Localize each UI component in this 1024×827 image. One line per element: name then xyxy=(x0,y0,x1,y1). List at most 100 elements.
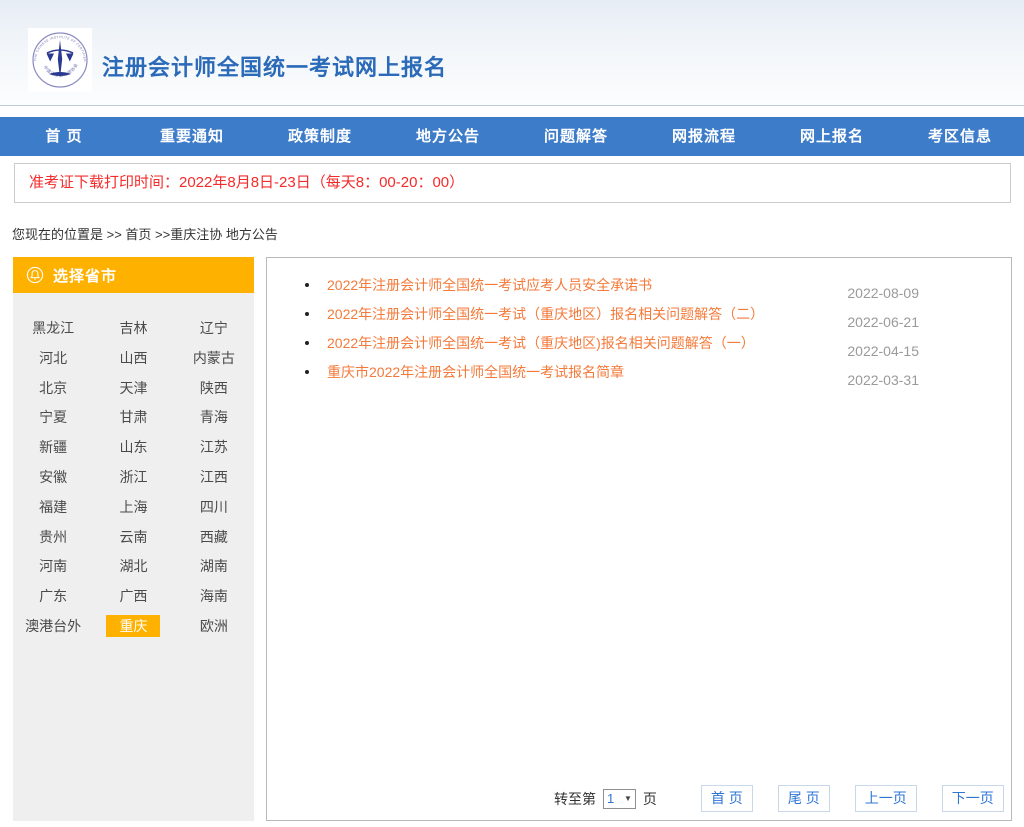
province-item[interactable]: 湖南 xyxy=(174,552,254,582)
province-item[interactable]: 上海 xyxy=(93,493,173,523)
province-link[interactable]: 黑龙江 xyxy=(32,320,74,336)
province-link[interactable]: 澳港台外 xyxy=(25,618,81,634)
province-item[interactable]: 广西 xyxy=(93,582,173,612)
bullet-dot-icon xyxy=(305,283,309,287)
province-item[interactable]: 甘肃 xyxy=(93,403,173,433)
province-link[interactable]: 陕西 xyxy=(200,380,228,396)
province-item[interactable]: 新疆 xyxy=(13,433,93,463)
province-link[interactable]: 山东 xyxy=(119,439,147,455)
nav-item-6[interactable]: 网报流程 xyxy=(640,117,768,156)
province-item[interactable]: 贵州 xyxy=(13,523,93,553)
province-link[interactable]: 贵州 xyxy=(39,529,67,545)
province-link[interactable]: 北京 xyxy=(39,380,67,396)
breadcrumb: 您现在的位置是 >> 首页 >>重庆注协 地方公告 xyxy=(12,224,1024,241)
bullet-dot-icon xyxy=(305,341,309,345)
last-page-button[interactable]: 尾 页 xyxy=(778,785,830,812)
nav-item-2[interactable]: 重要通知 xyxy=(128,117,256,156)
province-item[interactable]: 江西 xyxy=(174,463,254,493)
province-link[interactable]: 吉林 xyxy=(119,320,147,336)
province-link[interactable]: 上海 xyxy=(119,499,147,515)
announcement-title-cell: 2022年注册会计师全国统一考试应考人员安全承诺书 xyxy=(267,275,652,297)
province-link[interactable]: 西藏 xyxy=(200,529,228,545)
province-link[interactable]: 广东 xyxy=(39,588,67,604)
province-item[interactable]: 广东 xyxy=(13,582,93,612)
province-link[interactable]: 山西 xyxy=(119,350,147,366)
site-title: 注册会计师全国统一考试网上报名 xyxy=(102,50,447,82)
announcement-link[interactable]: 2022年注册会计师全国统一考试应考人员安全承诺书 xyxy=(327,275,652,295)
nav-item-5[interactable]: 问题解答 xyxy=(512,117,640,156)
prev-page-button[interactable]: 上一页 xyxy=(855,785,917,812)
province-item[interactable]: 浙江 xyxy=(93,463,173,493)
province-item[interactable]: 澳港台外 xyxy=(13,612,93,642)
notice-text: 准考证下载打印时间：2022年8月8日-23日（每天8：00-20：00） xyxy=(29,174,464,191)
announcement-link[interactable]: 2022年注册会计师全国统一考试（重庆地区)报名相关问题解答（一） xyxy=(327,333,755,353)
goto-label-suffix: 页 xyxy=(643,789,657,809)
province-link[interactable]: 浙江 xyxy=(119,469,147,485)
province-link[interactable]: 河南 xyxy=(39,558,67,574)
next-page-button[interactable]: 下一页 xyxy=(942,785,1004,812)
province-link[interactable]: 湖北 xyxy=(119,558,147,574)
province-item[interactable]: 四川 xyxy=(174,493,254,523)
province-item[interactable]: 福建 xyxy=(13,493,93,523)
province-item[interactable]: 内蒙古 xyxy=(174,344,254,374)
province-link[interactable]: 宁夏 xyxy=(39,409,67,425)
pagination: 转至第 1 ▼ 页 首 页尾 页上一页下一页 xyxy=(267,785,1011,812)
page-select[interactable]: 1 ▼ xyxy=(603,789,636,809)
province-item[interactable]: 陕西 xyxy=(174,374,254,404)
province-link[interactable]: 天津 xyxy=(119,380,147,396)
province-link[interactable]: 欧洲 xyxy=(200,618,228,634)
province-link[interactable]: 青海 xyxy=(200,409,228,425)
page-number-select[interactable]: 1 xyxy=(607,791,622,806)
province-item[interactable]: 青海 xyxy=(174,403,254,433)
province-link[interactable]: 云南 xyxy=(119,529,147,545)
goto-label-prefix: 转至第 xyxy=(554,789,596,809)
province-link[interactable]: 福建 xyxy=(39,499,67,515)
province-link[interactable]: 广西 xyxy=(119,588,147,604)
province-item[interactable]: 江苏 xyxy=(174,433,254,463)
province-item[interactable]: 湖北 xyxy=(93,552,173,582)
province-link[interactable]: 辽宁 xyxy=(200,320,228,336)
province-item[interactable]: 吉林 xyxy=(93,314,173,344)
province-item[interactable]: 黑龙江 xyxy=(13,314,93,344)
nav-item-1[interactable]: 首 页 xyxy=(0,117,128,156)
announcement-date: 2022-06-21 xyxy=(847,314,919,336)
province-item[interactable]: 欧洲 xyxy=(174,612,254,642)
announcement-list: 2022年注册会计师全国统一考试应考人员安全承诺书2022-08-092022年… xyxy=(267,275,1011,384)
pagination-buttons: 首 页尾 页上一页下一页 xyxy=(701,785,1004,812)
province-item[interactable]: 天津 xyxy=(93,374,173,404)
province-link[interactable]: 重庆 xyxy=(106,615,160,637)
province-link[interactable]: 湖南 xyxy=(200,558,228,574)
nav-item-3[interactable]: 政策制度 xyxy=(256,117,384,156)
nav-item-4[interactable]: 地方公告 xyxy=(384,117,512,156)
province-item[interactable]: 山西 xyxy=(93,344,173,374)
province-item[interactable]: 河北 xyxy=(13,344,93,374)
province-item[interactable]: 河南 xyxy=(13,552,93,582)
announcement-link[interactable]: 2022年注册会计师全国统一考试（重庆地区）报名相关问题解答（二） xyxy=(327,304,764,324)
province-link[interactable]: 安徽 xyxy=(39,469,67,485)
province-item[interactable]: 云南 xyxy=(93,523,173,553)
province-link[interactable]: 海南 xyxy=(200,588,228,604)
announcement-date: 2022-03-31 xyxy=(847,372,919,394)
first-page-button[interactable]: 首 页 xyxy=(701,785,753,812)
province-item[interactable]: 宁夏 xyxy=(13,403,93,433)
sidebar-header: 选择省市 xyxy=(13,257,254,293)
province-item[interactable]: 西藏 xyxy=(174,523,254,553)
province-item[interactable]: 辽宁 xyxy=(174,314,254,344)
nav-item-8[interactable]: 考区信息 xyxy=(896,117,1024,156)
nav-item-7[interactable]: 网上报名 xyxy=(768,117,896,156)
province-link[interactable]: 四川 xyxy=(200,499,228,515)
announcement-link[interactable]: 重庆市2022年注册会计师全国统一考试报名简章 xyxy=(327,362,624,382)
page: { "header": { "title": "注册会计师全国统一考试网上报名"… xyxy=(0,0,1024,827)
bullet-dot-icon xyxy=(305,370,309,374)
province-item[interactable]: 海南 xyxy=(174,582,254,612)
province-item[interactable]: 重庆 xyxy=(93,612,173,642)
province-item[interactable]: 北京 xyxy=(13,374,93,404)
province-link[interactable]: 江西 xyxy=(200,469,228,485)
province-item[interactable]: 山东 xyxy=(93,433,173,463)
province-link[interactable]: 江苏 xyxy=(200,439,228,455)
province-link[interactable]: 甘肃 xyxy=(119,409,147,425)
province-link[interactable]: 河北 xyxy=(39,350,67,366)
province-link[interactable]: 新疆 xyxy=(39,439,67,455)
province-item[interactable]: 安徽 xyxy=(13,463,93,493)
province-link[interactable]: 内蒙古 xyxy=(193,350,235,366)
